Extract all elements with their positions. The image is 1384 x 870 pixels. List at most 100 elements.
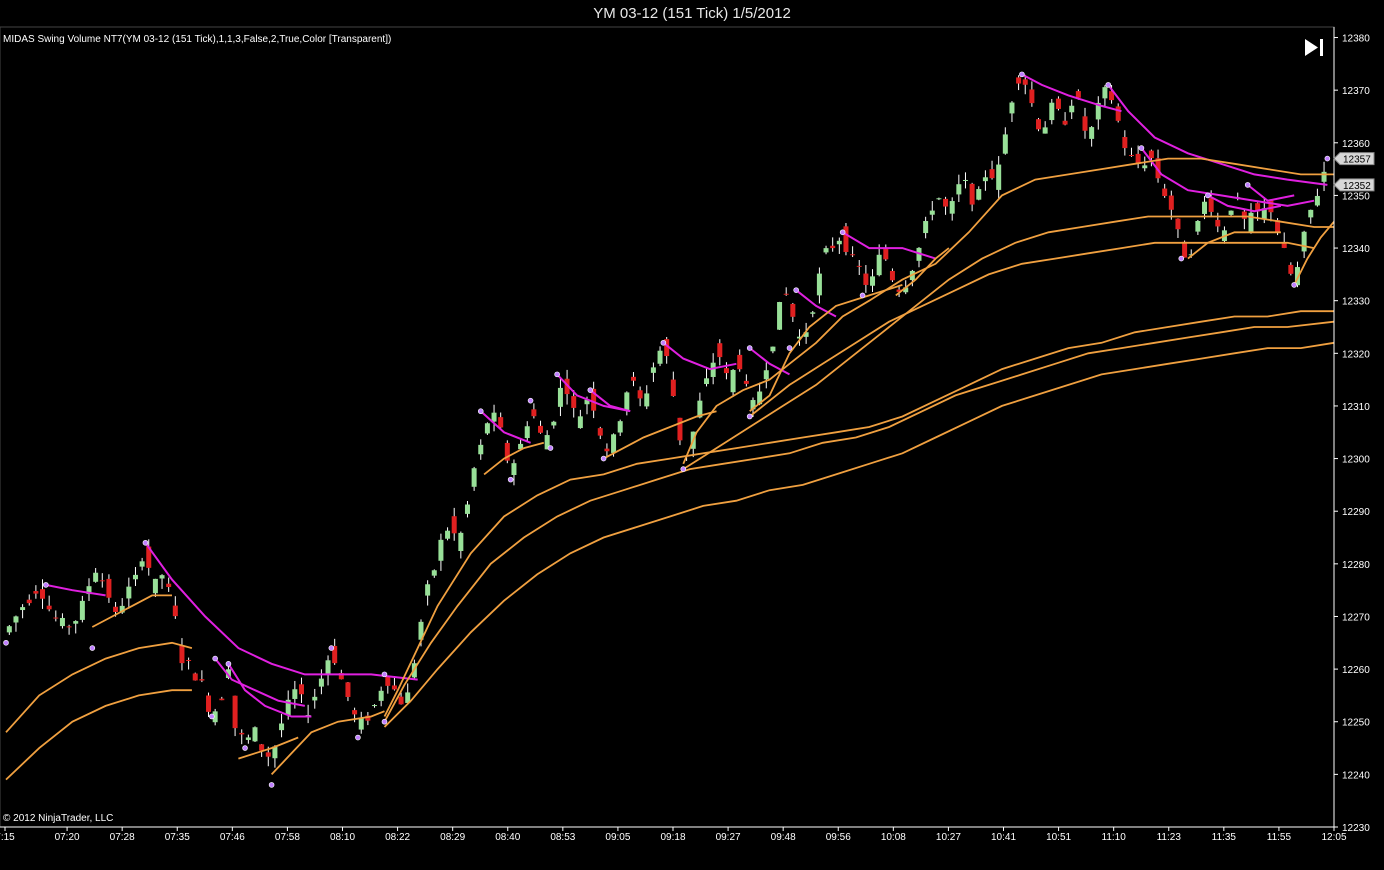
candle-body xyxy=(876,254,882,276)
candle-body xyxy=(637,390,643,399)
candle-body xyxy=(863,273,869,285)
plot-area[interactable] xyxy=(0,26,1335,828)
candle-body xyxy=(1042,127,1048,134)
candle-body xyxy=(1208,198,1214,212)
candle-body xyxy=(491,412,497,422)
candle-body xyxy=(93,572,99,582)
candle-body xyxy=(318,678,324,687)
candle-body xyxy=(1228,210,1234,215)
candle-body xyxy=(259,744,265,751)
x-axis[interactable]: 7:15 07:20 07:28 07:35 07:46 07:58 08:10 08:22 0… xyxy=(0,827,1347,843)
candle-body xyxy=(551,421,557,426)
candle-body xyxy=(823,248,829,253)
candle-body xyxy=(66,626,72,628)
x-tick-label: 12:05 xyxy=(1321,832,1346,843)
copyright-label: © 2012 NinjaTrader, LLC xyxy=(3,813,113,824)
candle-body xyxy=(743,380,749,384)
x-tick-label: 10:08 xyxy=(881,832,906,843)
candle-body xyxy=(763,370,769,380)
candle-body xyxy=(1022,79,1028,85)
candle-body xyxy=(956,184,962,195)
x-tick-label: 07:28 xyxy=(110,832,135,843)
x-tick-label: 10:51 xyxy=(1046,832,1071,843)
x-tick-label: 09:27 xyxy=(716,832,741,843)
current-price-tags: 12357 12352 xyxy=(1333,152,1375,192)
candle-body xyxy=(936,198,942,200)
candle-body xyxy=(611,434,617,453)
candle-body xyxy=(790,303,796,317)
swing-high-marker xyxy=(1138,145,1145,151)
y-tick-label: 12370 xyxy=(1342,86,1370,97)
candle-body xyxy=(929,210,935,215)
candle-body xyxy=(40,589,46,599)
candle-body xyxy=(345,682,351,697)
x-tick-label: 07:46 xyxy=(220,832,245,843)
candle-body xyxy=(325,660,331,676)
candle-body xyxy=(650,367,656,373)
candle-body xyxy=(850,254,856,256)
candle-body xyxy=(511,463,517,476)
swing-high-marker xyxy=(212,655,218,662)
candle-body xyxy=(630,376,636,381)
candle-body xyxy=(431,570,437,576)
candle-body xyxy=(172,605,178,617)
candle-body xyxy=(1241,211,1247,219)
candle-body xyxy=(358,718,364,730)
x-tick-label: 11:23 xyxy=(1157,832,1182,843)
swing-high-marker xyxy=(839,229,846,236)
candle-body xyxy=(1168,195,1174,210)
candle-body xyxy=(20,607,26,611)
swing-low-marker xyxy=(268,782,275,788)
x-tick-label: 07:35 xyxy=(165,832,190,843)
price-chart[interactable]: 1223012240122501226012270122801229012300… xyxy=(0,0,1384,870)
swing-low-marker xyxy=(680,466,687,472)
candle-body xyxy=(53,617,59,619)
candle-body xyxy=(438,539,444,561)
candle-body xyxy=(352,710,358,715)
y-tick-label: 12250 xyxy=(1342,718,1370,729)
candle-body xyxy=(1308,209,1314,218)
swing-high-marker xyxy=(1019,71,1025,78)
candle-body xyxy=(810,312,816,314)
swing-high-marker xyxy=(328,645,335,651)
skip-to-end-icon[interactable] xyxy=(1300,36,1328,58)
swing-high-marker xyxy=(381,671,388,678)
candle-body xyxy=(1321,171,1327,182)
candle-body xyxy=(239,732,245,735)
swing-low-marker xyxy=(786,345,793,351)
candle-body xyxy=(391,685,397,690)
candle-body xyxy=(783,293,789,295)
candle-body xyxy=(99,580,105,582)
candle-body xyxy=(166,583,172,588)
candle-body xyxy=(1002,134,1008,154)
candle-body xyxy=(870,276,876,286)
swing-high-marker xyxy=(1244,182,1251,188)
candle-body xyxy=(265,752,271,757)
candle-body xyxy=(245,737,251,740)
swing-low-marker xyxy=(1291,282,1297,288)
candle-body xyxy=(152,578,158,594)
candle-body xyxy=(113,606,119,613)
candle-body xyxy=(996,164,1002,190)
candle-body xyxy=(883,248,889,260)
swing-low-marker xyxy=(89,645,96,651)
swing-low-marker xyxy=(242,745,248,751)
candle-body xyxy=(1175,218,1181,230)
swing-high-marker xyxy=(527,397,534,404)
candle-body xyxy=(372,705,378,707)
swing-low-marker xyxy=(1178,255,1185,262)
candle-body xyxy=(498,417,504,428)
swing-low-marker xyxy=(3,639,9,646)
candle-body xyxy=(206,695,212,712)
candle-body xyxy=(704,378,710,385)
x-tick-label: 08:40 xyxy=(495,832,520,843)
x-tick-label: 08:53 xyxy=(550,832,575,843)
candle-body xyxy=(1082,116,1088,131)
swing-high-marker xyxy=(554,371,560,378)
swing-low-marker xyxy=(381,718,388,725)
candle-body xyxy=(1036,119,1042,130)
candle-body xyxy=(969,183,975,205)
x-tick-label: 07:58 xyxy=(275,832,300,843)
swing-high-marker xyxy=(1205,192,1211,199)
swing-low-marker xyxy=(547,445,554,451)
